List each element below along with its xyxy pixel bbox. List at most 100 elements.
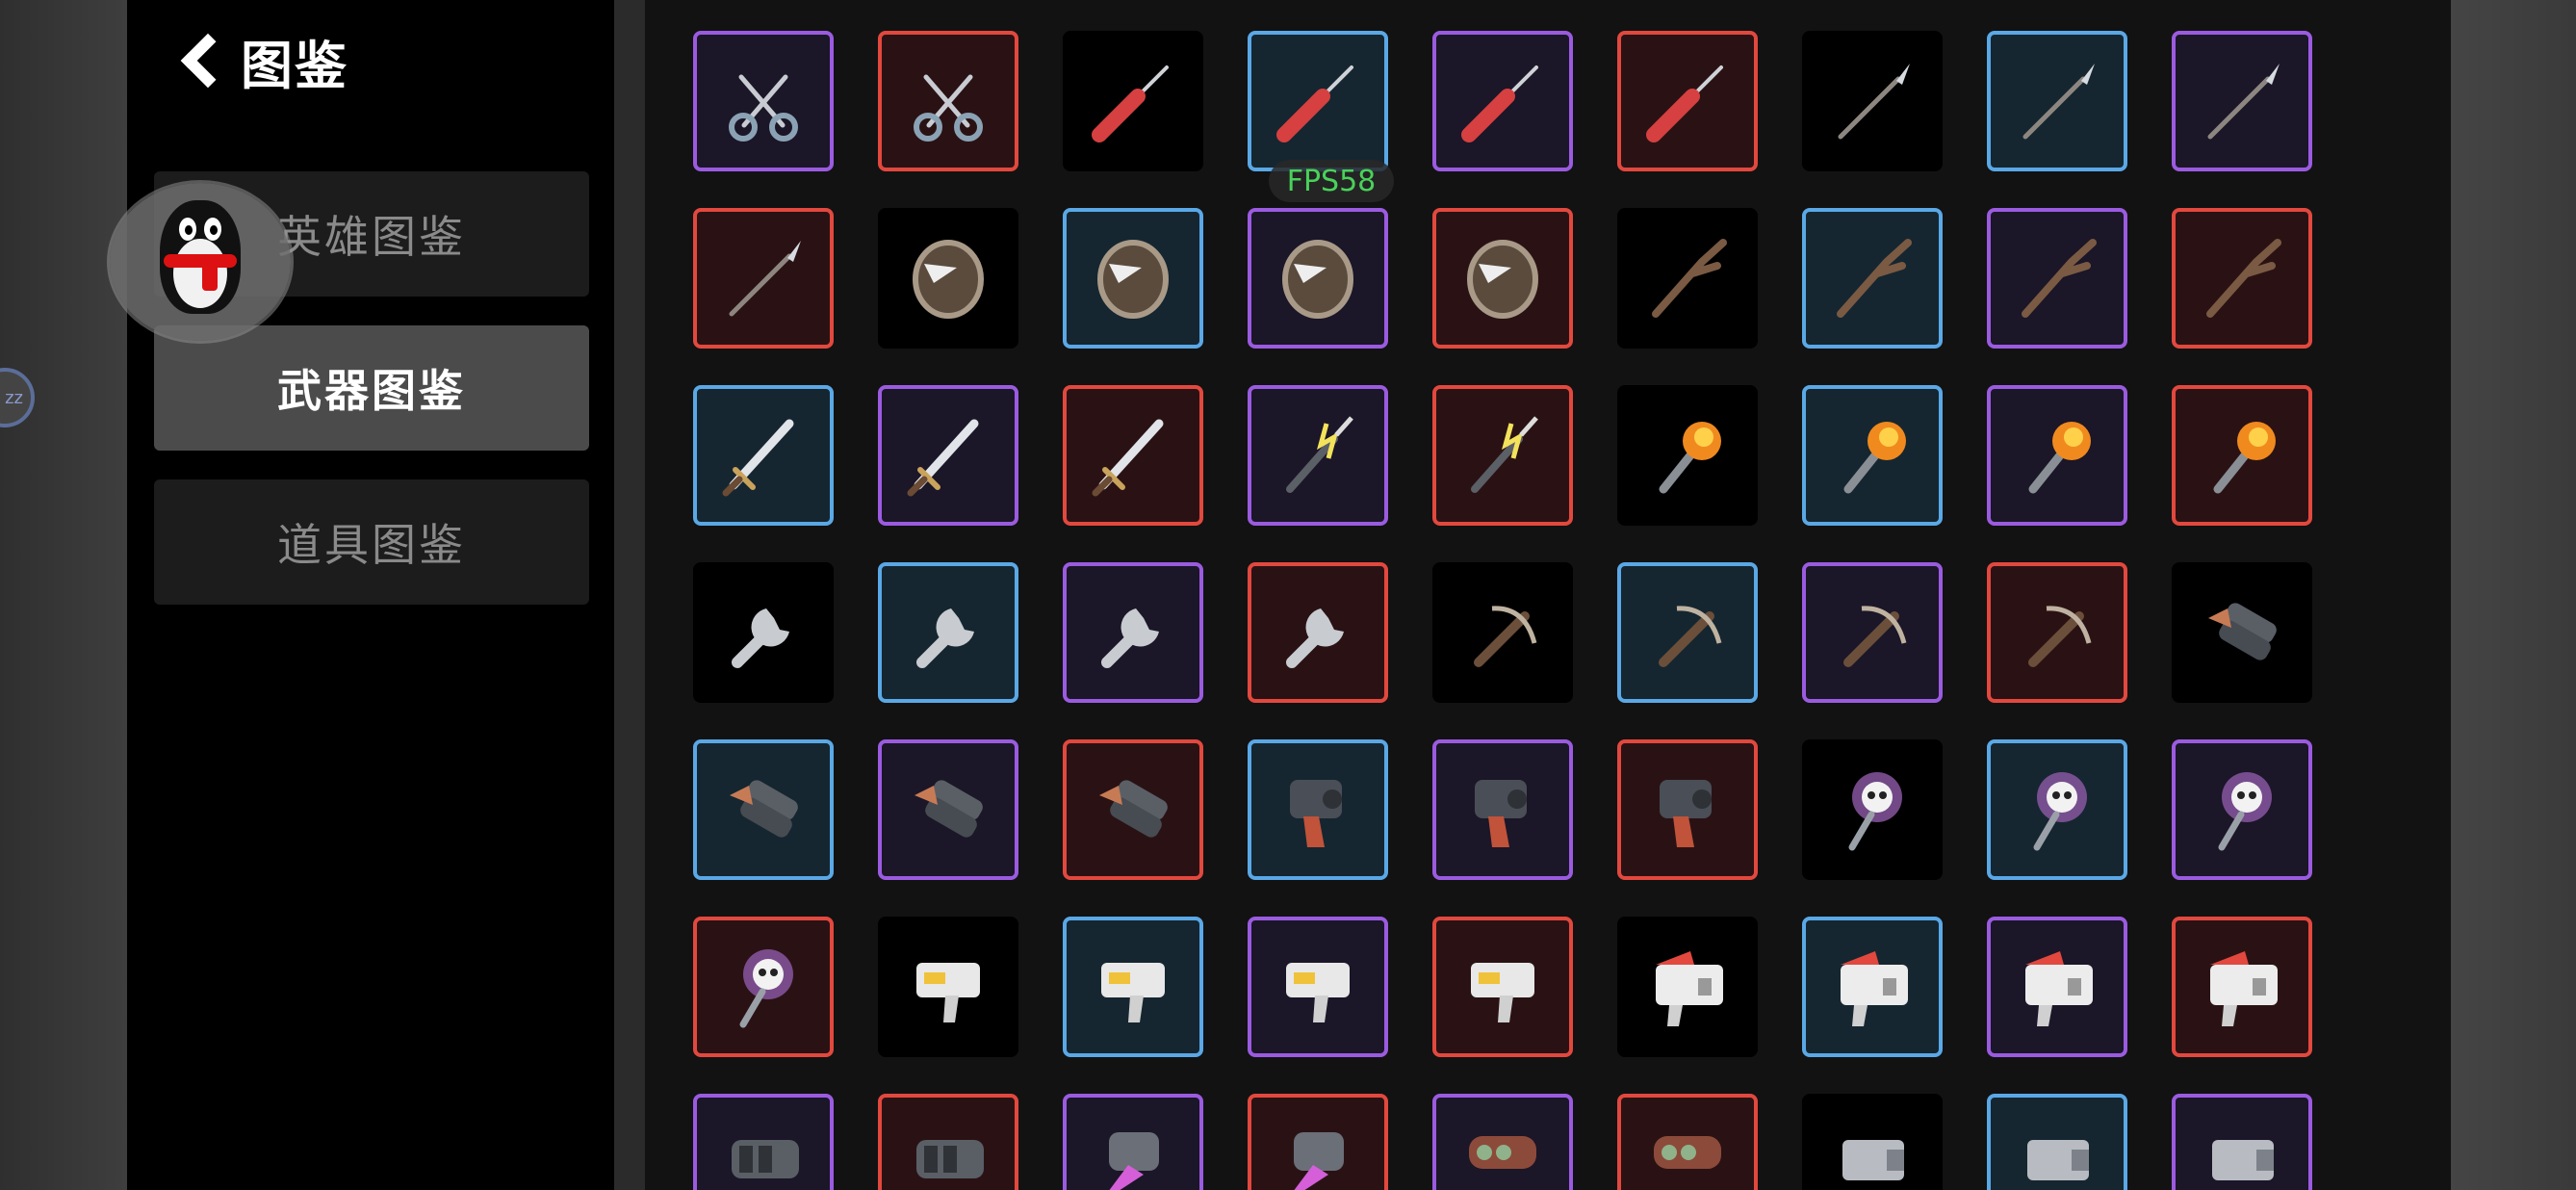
weapon-tile-torch[interactable] <box>1987 385 2127 526</box>
weapon-tile-torch[interactable] <box>1802 385 1943 526</box>
weapon-tile-lightning-spear[interactable] <box>1432 385 1573 526</box>
weapon-tile-wrench[interactable] <box>693 562 834 703</box>
weapon-tile-skull-wand[interactable] <box>1987 739 2127 880</box>
weapon-tile-spear[interactable] <box>1802 31 1943 171</box>
weapon-tile-wrench[interactable] <box>1248 562 1388 703</box>
pistol-icon <box>1290 780 1342 847</box>
weapon-tile-branch[interactable] <box>2172 208 2312 349</box>
weapon-tile-blaster[interactable] <box>2172 917 2312 1057</box>
laser-gun-icon <box>1101 963 1165 1022</box>
weapon-tile-laser-gun[interactable] <box>1432 917 1573 1057</box>
weapon-tile-sword[interactable] <box>878 385 1018 526</box>
wrench-icon <box>1101 608 1159 668</box>
weapon-tile-wrench[interactable] <box>1063 562 1203 703</box>
weapon-tile-spear[interactable] <box>1987 31 2127 171</box>
heavy-cannon-icon <box>1842 1140 1904 1180</box>
scissors-icon <box>729 74 798 142</box>
weapon-tile-screwdriver[interactable] <box>1432 31 1573 171</box>
weapon-tile-torch[interactable] <box>2172 385 2312 526</box>
weapon-tile-branch[interactable] <box>1802 208 1943 349</box>
spear-icon <box>2207 64 2280 140</box>
torch-icon <box>2213 422 2276 494</box>
weapon-tile-scissors[interactable] <box>693 31 834 171</box>
minigun-icon <box>916 1140 984 1178</box>
shield-icon <box>1467 240 1538 319</box>
weapon-tile-lightning-spear[interactable] <box>1248 385 1388 526</box>
weapon-tile-blaster[interactable] <box>1987 917 2127 1057</box>
weapon-grid-panel[interactable] <box>645 0 2451 1190</box>
blaster-icon <box>1841 951 1908 1026</box>
weapon-tile-laser-gun[interactable] <box>878 917 1018 1057</box>
weapon-tile-pistol[interactable] <box>1617 739 1758 880</box>
weapon-tile-crossbow[interactable] <box>1802 562 1943 703</box>
weapon-tile-shield[interactable] <box>878 208 1018 349</box>
weapon-tile-laser-gun[interactable] <box>1248 917 1388 1057</box>
weapon-tile-double-barrel[interactable] <box>2172 562 2312 703</box>
pistol-icon <box>1660 780 1712 847</box>
double-barrel-icon <box>914 780 983 838</box>
sword-icon <box>722 419 794 497</box>
weapon-tile-heavy-cannon[interactable] <box>1802 1094 1943 1190</box>
shield-icon <box>1282 240 1353 319</box>
weapon-tile-double-barrel[interactable] <box>878 739 1018 880</box>
weapon-tile-screwdriver[interactable] <box>1248 31 1388 171</box>
left-backdrop <box>0 0 127 1190</box>
scissors-icon <box>914 74 983 142</box>
penguin-eye-left <box>179 218 196 241</box>
wrench-icon <box>732 608 789 668</box>
weapon-tile-double-barrel[interactable] <box>1063 739 1203 880</box>
sidebar: 图鉴 英雄图鉴 武器图鉴 道具图鉴 <box>127 0 614 1190</box>
panel-divider <box>614 0 645 1190</box>
weapon-tile-spear[interactable] <box>693 208 834 349</box>
weapon-tile-blaster[interactable] <box>1802 917 1943 1057</box>
weapon-tile-double-barrel[interactable] <box>693 739 834 880</box>
weapon-tile-minigun[interactable] <box>878 1094 1018 1190</box>
menu-item-items[interactable]: 道具图鉴 <box>154 479 589 605</box>
weapon-tile-shield[interactable] <box>1248 208 1388 349</box>
weapon-tile-pistol[interactable] <box>1248 739 1388 880</box>
weapon-tile-sword[interactable] <box>1063 385 1203 526</box>
weapon-tile-heavy-cannon[interactable] <box>2172 1094 2312 1190</box>
weapon-tile-crossbow[interactable] <box>1432 562 1573 703</box>
penguin-eye-right <box>204 218 221 241</box>
weapon-tile-torch[interactable] <box>1617 385 1758 526</box>
weapon-tile-scissors[interactable] <box>878 31 1018 171</box>
weapon-tile-plasma-cannon[interactable] <box>1063 1094 1203 1190</box>
weapon-tile-crossbow[interactable] <box>1617 562 1758 703</box>
lightning-spear-icon <box>1286 416 1353 493</box>
menu-item-weapons[interactable]: 武器图鉴 <box>154 325 589 451</box>
qq-penguin-icon[interactable] <box>110 183 291 341</box>
weapon-tile-wrench[interactable] <box>878 562 1018 703</box>
laser-gun-icon <box>916 963 980 1022</box>
lightning-spear-icon <box>1471 416 1538 493</box>
weapon-tile-screwdriver[interactable] <box>1617 31 1758 171</box>
weapon-tile-branch[interactable] <box>1617 208 1758 349</box>
weapon-tile-crossbow[interactable] <box>1987 562 2127 703</box>
page-title: 图鉴 <box>241 35 348 96</box>
rocket-launcher-icon <box>1469 1136 1536 1169</box>
weapon-tile-shield[interactable] <box>1063 208 1203 349</box>
weapon-tile-sword[interactable] <box>693 385 834 526</box>
heavy-cannon-icon <box>2212 1140 2274 1180</box>
double-barrel-icon <box>730 780 798 838</box>
weapon-tile-skull-wand[interactable] <box>693 917 834 1057</box>
weapon-tile-branch[interactable] <box>1987 208 2127 349</box>
weapon-tile-plasma-cannon[interactable] <box>1248 1094 1388 1190</box>
weapon-tile-heavy-cannon[interactable] <box>1987 1094 2127 1190</box>
skull-wand-icon <box>1848 772 1902 851</box>
weapon-tile-screwdriver[interactable] <box>1063 31 1203 171</box>
rocket-launcher-icon <box>1654 1136 1721 1169</box>
weapon-tile-pistol[interactable] <box>1432 739 1573 880</box>
back-button[interactable]: 图鉴 <box>166 27 348 96</box>
weapon-tile-spear[interactable] <box>2172 31 2312 171</box>
screwdriver-icon <box>1092 65 1169 142</box>
weapon-tile-minigun[interactable] <box>693 1094 834 1190</box>
weapon-tile-laser-gun[interactable] <box>1063 917 1203 1057</box>
weapon-tile-blaster[interactable] <box>1617 917 1758 1057</box>
crossbow-icon <box>2028 606 2092 667</box>
weapon-tile-rocket-launcher[interactable] <box>1432 1094 1573 1190</box>
weapon-tile-rocket-launcher[interactable] <box>1617 1094 1758 1190</box>
weapon-tile-shield[interactable] <box>1432 208 1573 349</box>
weapon-tile-skull-wand[interactable] <box>1802 739 1943 880</box>
weapon-tile-skull-wand[interactable] <box>2172 739 2312 880</box>
